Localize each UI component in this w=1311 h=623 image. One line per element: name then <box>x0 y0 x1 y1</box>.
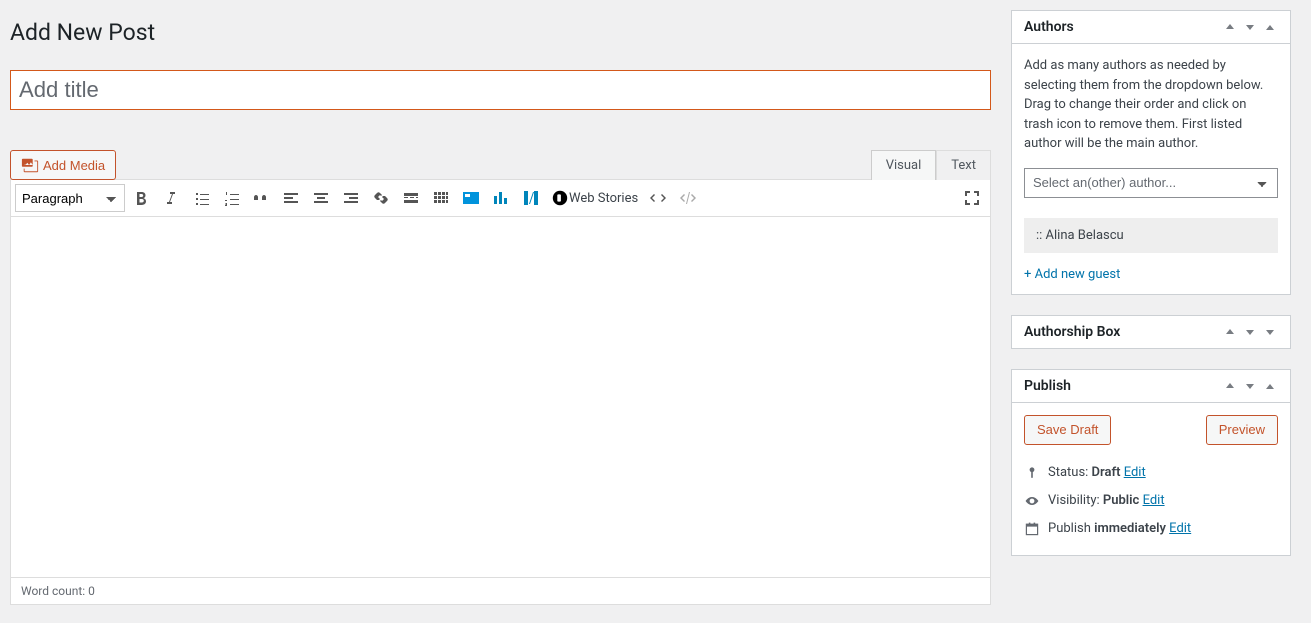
chart-button[interactable] <box>487 184 515 212</box>
post-title-input[interactable] <box>10 70 991 110</box>
move-up-icon[interactable] <box>1222 19 1238 35</box>
authors-panel: Authors Add as many authors as needed by… <box>1011 10 1291 295</box>
web-stories-button[interactable]: Web Stories <box>547 184 642 212</box>
format-select[interactable]: Paragraph <box>15 184 125 212</box>
calendar-icon <box>1024 521 1040 537</box>
move-down-icon[interactable] <box>1242 324 1258 340</box>
preview-button[interactable]: Preview <box>1206 415 1278 445</box>
toolbar-toggle-button[interactable] <box>427 184 455 212</box>
camera-icon <box>21 156 39 174</box>
publish-panel: Publish Save Draft Preview Status: Draft… <box>1011 369 1291 556</box>
publish-title: Publish <box>1024 378 1071 394</box>
page-title: Add New Post <box>10 10 991 50</box>
italic-button[interactable] <box>157 184 185 212</box>
toggle-icon[interactable] <box>1262 378 1278 394</box>
align-center-button[interactable] <box>307 184 335 212</box>
pin-icon <box>1024 465 1040 481</box>
status-row: Status: Draft Edit <box>1024 459 1278 487</box>
numbered-list-button[interactable] <box>217 184 245 212</box>
tab-visual[interactable]: Visual <box>871 150 937 180</box>
web-stories-label: Web Stories <box>569 191 638 206</box>
tab-text[interactable]: Text <box>936 150 991 180</box>
edit-status-link[interactable]: Edit <box>1124 465 1146 480</box>
bold-button[interactable] <box>127 184 155 212</box>
web-stories-icon <box>551 189 569 207</box>
shortcode-button[interactable] <box>517 184 545 212</box>
plugin-button-1[interactable] <box>457 184 485 212</box>
authorship-box-panel: Authorship Box <box>1011 315 1291 349</box>
move-up-icon[interactable] <box>1222 324 1238 340</box>
add-media-button[interactable]: Add Media <box>10 150 116 180</box>
add-media-label: Add Media <box>43 158 105 173</box>
visibility-row: Visibility: Public Edit <box>1024 487 1278 515</box>
link-button[interactable] <box>367 184 395 212</box>
bullet-list-button[interactable] <box>187 184 215 212</box>
move-down-icon[interactable] <box>1242 378 1258 394</box>
editor-textarea[interactable] <box>11 217 990 577</box>
toggle-icon[interactable] <box>1262 324 1278 340</box>
eye-icon <box>1024 493 1040 509</box>
edit-visibility-link[interactable]: Edit <box>1143 493 1165 508</box>
editor-container: Paragraph Web Stories <box>10 179 991 605</box>
align-right-button[interactable] <box>337 184 365 212</box>
code-button-2[interactable] <box>674 184 702 212</box>
author-chip[interactable]: :: Alina Belascu <box>1024 218 1278 253</box>
author-select[interactable]: Select an(other) author... <box>1024 168 1278 198</box>
authorship-box-title: Authorship Box <box>1024 324 1120 340</box>
blockquote-button[interactable] <box>247 184 275 212</box>
fullscreen-button[interactable] <box>958 184 986 212</box>
align-left-button[interactable] <box>277 184 305 212</box>
save-draft-button[interactable]: Save Draft <box>1024 415 1111 445</box>
editor-toolbar: Paragraph Web Stories <box>11 180 990 217</box>
add-guest-link[interactable]: + Add new guest <box>1024 267 1120 282</box>
authors-title: Authors <box>1024 19 1074 35</box>
toggle-icon[interactable] <box>1262 19 1278 35</box>
move-down-icon[interactable] <box>1242 19 1258 35</box>
publish-date-row: Publish immediately Edit <box>1024 515 1278 543</box>
edit-publish-link[interactable]: Edit <box>1169 521 1191 536</box>
read-more-button[interactable] <box>397 184 425 212</box>
code-button[interactable] <box>644 184 672 212</box>
move-up-icon[interactable] <box>1222 378 1238 394</box>
word-count: Word count: 0 <box>11 577 990 604</box>
authors-help-text: Add as many authors as needed by selecti… <box>1024 56 1278 154</box>
